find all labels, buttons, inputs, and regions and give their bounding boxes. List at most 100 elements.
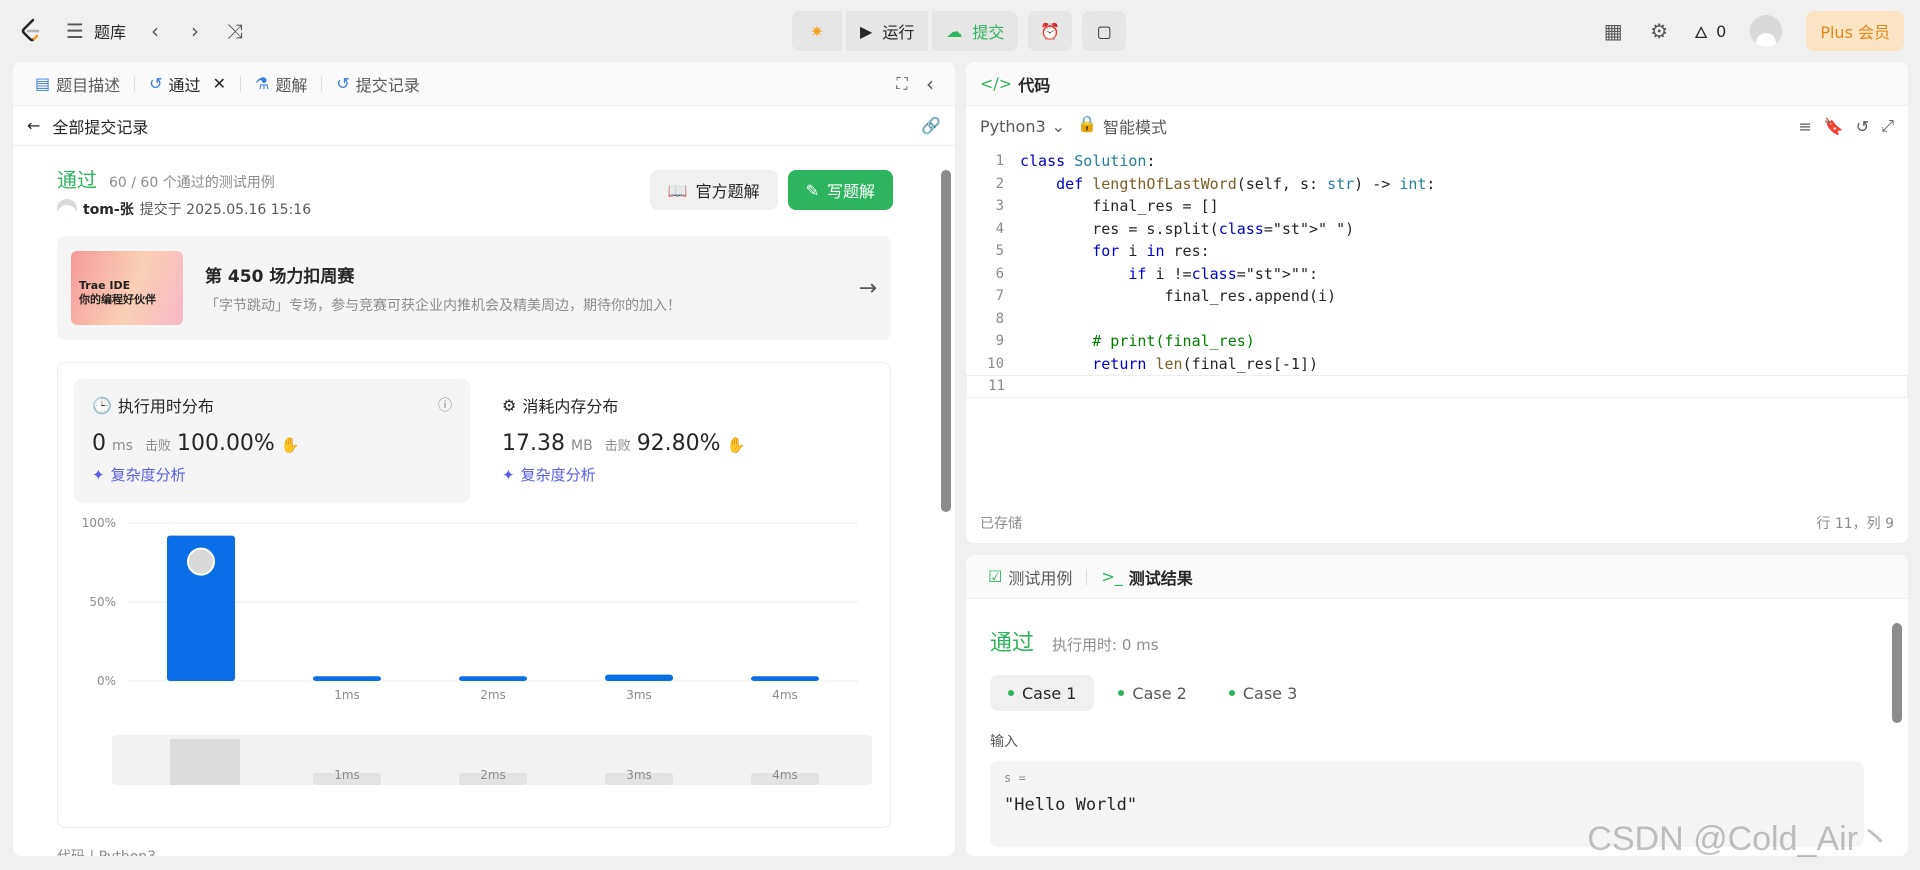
line-text: res = s.split(class="st">" ") [1020,219,1355,238]
code-line[interactable]: 7 final_res.append(i) [966,285,1908,308]
case-tab-3[interactable]: Case 3 [1211,675,1315,711]
code-line[interactable]: 11 [966,375,1908,398]
history-icon: ↺ [149,74,163,93]
close-icon[interactable]: ✕ [213,74,226,93]
memory-card[interactable]: ⚙ 消耗内存分布 17.38 MB 击败 92.80% ✋ ✦ 复杂度分析 [484,379,880,503]
left-scrollbar[interactable] [941,170,951,512]
sparkle-icon: ✦ [502,465,515,484]
code-line[interactable]: 3 final_res = [] [966,195,1908,218]
tab-submissions[interactable]: ↺ 提交记录 [328,72,427,96]
code-line[interactable]: 5 for i in res: [966,240,1908,263]
play-icon: ▶ [860,21,873,41]
collapse-icon[interactable]: ‹ [919,72,941,96]
plus-member-button[interactable]: Plus 会员 [1806,11,1904,51]
result-time: 执行用时: 0 ms [1052,636,1159,654]
tab-description[interactable]: ▤ 题目描述 [27,72,128,96]
edit-icon: ✎ [805,180,819,200]
code-line[interactable]: 4 res = s.split(class="st">" ") [966,218,1908,241]
tab-label: 测试结果 [1128,568,1193,588]
list-icon: ☰ [66,19,84,43]
button-label: 官方题解 [695,182,760,201]
layout-icon[interactable]: ▦ [1602,19,1624,43]
debug-button[interactable]: ✷ [792,11,842,51]
line-number: 2 [995,175,1004,192]
tab-accepted[interactable]: ↺ 通过 ✕ [141,72,234,96]
stats-box: 🕒 执行用时分布 ⓘ 0 ms 击败 100.00% ✋ ✦ 复杂度分析 ⚙ 消耗内存分… [57,362,891,828]
tab-result[interactable]: >_ 测试结果 [1093,565,1200,589]
code-line[interactable]: 10 return len(final_res[-1]) [966,353,1908,376]
line-number: 10 [987,355,1004,372]
write-solution-button[interactable]: ✎ 写题解 [787,170,893,210]
user-name[interactable]: tom-张 [83,199,134,219]
tab-label: 题目描述 [56,75,121,95]
complexity-link[interactable]: ✦ 复杂度分析 [92,464,452,485]
pass-dot [1118,690,1125,696]
case-tabs: Case 1 Case 2 Case 3 [990,675,1315,711]
line-text: final_res = [] [1020,197,1219,216]
code-line[interactable]: 8 [966,308,1908,331]
code-line[interactable]: 2 def lengthOfLastWord(self, s: str) -> … [966,173,1908,196]
reset-icon[interactable]: ↺ [1856,117,1869,136]
timer-button[interactable]: ⏰ [1028,11,1073,51]
bar[interactable] [751,676,819,681]
run-button[interactable]: ▶ 运行 [846,11,929,51]
arrow-right-icon[interactable]: → [859,276,877,301]
line-text: return len(final_res[-1]) [1092,354,1319,373]
leetcode-logo[interactable] [16,16,46,46]
case-tab-1[interactable]: Case 1 [990,675,1095,711]
expand-icon[interactable]: ⤢ [1881,116,1894,136]
x-tick-label: 3ms [626,688,652,702]
bar[interactable] [313,676,381,681]
chevron-right-icon[interactable]: › [184,19,206,43]
fullscreen-icon[interactable]: ⛶ [891,73,913,95]
info-icon[interactable]: ⓘ [438,395,452,415]
banner-text: 第 450 场力扣周赛 「字节跳动」专场，参与竞赛可获企业内推机会及精美周边，期… [205,262,681,315]
line-number: 9 [995,333,1004,350]
user-avatar[interactable] [57,199,77,219]
notes-button[interactable]: ▢ [1082,11,1127,51]
clap-icon: ✋ [280,436,300,454]
run-label: 运行 [882,23,915,42]
arrow-left-icon[interactable]: ← [27,116,40,135]
code-line[interactable]: 9 # print(final_res) [966,330,1908,353]
code-editor[interactable]: 1 class Solution: 2 def lengthOfLastWord(s… [966,150,1908,398]
x-tick-label: 1ms [334,688,360,702]
code-line[interactable]: 1 class Solution: [966,150,1908,173]
contest-banner[interactable]: Trae IDE 你的编程好伙伴 第 450 场力扣周赛 「字节跳动」专场，参与… [57,236,891,340]
bookmark-icon[interactable]: 🔖 [1824,117,1844,136]
streak-button[interactable]: 🜂 0 [1694,15,1726,48]
code-line[interactable]: 6 if i !=class="st">"": [966,263,1908,286]
runtime-distribution-chart[interactable]: 100% 50% 0% 1ms 2ms 3ms 4ms 1ms 2ms 3ms 4ms [58,513,890,813]
avatar[interactable] [1750,15,1783,47]
smart-mode-button[interactable]: 🔒 智能模式 [1077,114,1167,138]
range-handle[interactable] [170,739,240,785]
bar[interactable] [459,676,527,681]
bar[interactable] [605,674,673,681]
runtime-card[interactable]: 🕒 执行用时分布 ⓘ 0 ms 击败 100.00% ✋ ✦ 复杂度分析 [74,379,470,503]
format-icon[interactable]: ≡ [1798,117,1811,136]
gear-icon[interactable]: ⚙ [1648,19,1670,43]
tab-testcase[interactable]: ☑ 测试用例 [980,565,1080,589]
link-icon[interactable]: 🔗 [921,116,941,135]
case-tab-2[interactable]: Case 2 [1100,675,1204,711]
clock-icon: 🕒 [92,395,112,415]
complexity-link[interactable]: ✦ 复杂度分析 [502,464,862,485]
tab-solutions[interactable]: ⚗ 题解 [247,72,315,96]
button-label: 写题解 [826,182,875,201]
line-number: 4 [995,220,1004,237]
check-square-icon: ☑ [988,567,1003,586]
result-scrollbar[interactable] [1892,623,1902,723]
alarm-icon: ⏰ [1040,21,1061,41]
chevron-left-icon[interactable]: ‹ [144,19,166,43]
mini-tick-label: 2ms [480,768,506,782]
memory-beat: 92.80% [636,431,721,456]
submit-button[interactable]: ☁ 提交 [932,11,1019,51]
code-icon: </> [980,74,1013,93]
status-text: 通过 [57,168,97,192]
language-select[interactable]: Python3 ⌄ [980,117,1065,136]
official-solution-button[interactable]: 📖 官方题解 [649,170,778,210]
shuffle-icon[interactable]: ⤨ [224,19,246,43]
problem-bank-button[interactable]: ☰ 题库 [64,19,126,43]
solution-actions: 📖 官方题解 ✎ 写题解 [649,170,893,210]
back-link[interactable]: 全部提交记录 [52,114,148,138]
